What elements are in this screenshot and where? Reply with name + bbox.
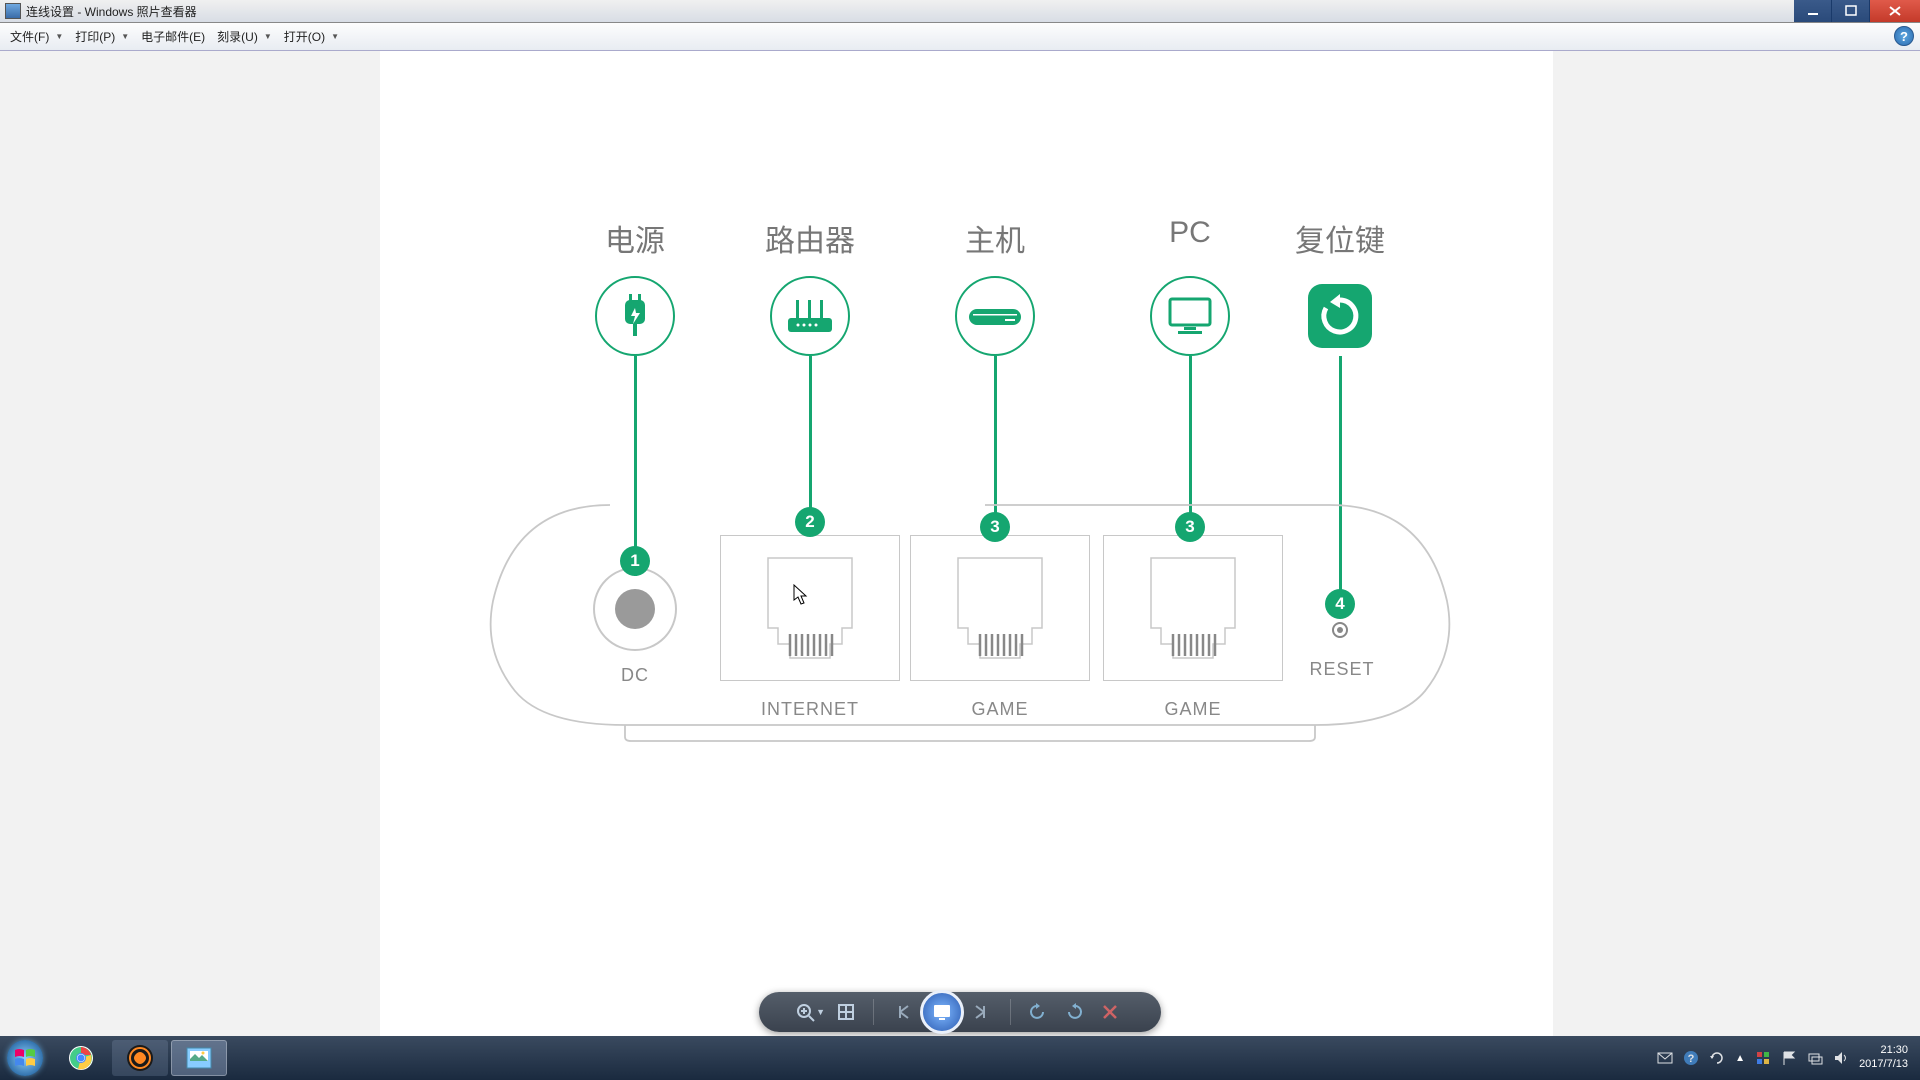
- tray-time: 21:30: [1859, 1044, 1908, 1058]
- maximize-button[interactable]: [1832, 0, 1870, 22]
- viewer-toolbar: ▼: [759, 992, 1161, 1032]
- window-titlebar: 连线设置 - Windows 照片查看器: [0, 0, 1920, 23]
- game-console-icon: [955, 276, 1035, 356]
- game-icon: [126, 1044, 154, 1072]
- taskbar-app-photoviewer[interactable]: [171, 1040, 227, 1076]
- delete-button[interactable]: [1095, 997, 1125, 1027]
- label-power: 电源: [605, 216, 665, 260]
- pc-monitor-icon: [1150, 276, 1230, 356]
- app-icon: [5, 3, 21, 19]
- next-icon: [973, 1003, 991, 1021]
- windows-logo-icon: [7, 1040, 43, 1076]
- window-title: 连线设置 - Windows 照片查看器: [26, 3, 197, 20]
- minimize-icon: [1807, 5, 1819, 17]
- rotate-ccw-button[interactable]: [1023, 997, 1053, 1027]
- menu-email[interactable]: 电子邮件(E): [135, 25, 211, 48]
- delete-icon: [1101, 1003, 1119, 1021]
- chevron-down-icon: ▼: [816, 1007, 825, 1017]
- taskbar-app-chrome[interactable]: [53, 1040, 109, 1076]
- menu-open[interactable]: 打开(O)▼: [278, 25, 345, 48]
- slideshow-button[interactable]: [920, 990, 964, 1034]
- close-button[interactable]: [1870, 0, 1920, 22]
- step-badge-2: 2: [795, 507, 825, 537]
- chevron-down-icon: ▼: [331, 32, 339, 41]
- tray-security-icon[interactable]: [1755, 1050, 1771, 1066]
- taskbar: ? ▲ 21:30 2017/7/13: [0, 1036, 1920, 1080]
- tray-mail-icon[interactable]: [1657, 1050, 1673, 1066]
- menu-bar: 文件(F)▼ 打印(P)▼ 电子邮件(E) 刻录(U)▼ 打开(O)▼ ?: [0, 23, 1920, 51]
- menu-file[interactable]: 文件(F)▼: [4, 25, 69, 48]
- minimize-button[interactable]: [1794, 0, 1832, 22]
- tray-clock[interactable]: 21:30 2017/7/13: [1859, 1044, 1914, 1072]
- step-badge-4: 4: [1325, 589, 1355, 619]
- port-label-game2: GAME: [1164, 699, 1221, 720]
- label-console: 主机: [965, 216, 1025, 260]
- step-badge-3a: 3: [980, 512, 1010, 542]
- help-button[interactable]: ?: [1894, 26, 1914, 46]
- port-label-internet: INTERNET: [761, 699, 859, 720]
- chevron-down-icon: ▼: [121, 32, 129, 41]
- photo-canvas: 电源 路由器 主机 PC 复位键: [380, 51, 1553, 1036]
- close-icon: [1888, 5, 1902, 17]
- rotate-cw-icon: [1064, 1002, 1084, 1022]
- maximize-icon: [1845, 5, 1857, 17]
- photoviewer-icon: [186, 1047, 212, 1069]
- zoom-icon: [795, 1002, 815, 1022]
- label-pc: PC: [1169, 216, 1211, 250]
- next-button[interactable]: [966, 997, 998, 1027]
- label-reset: 复位键: [1295, 216, 1385, 260]
- tray-date: 2017/7/13: [1859, 1058, 1908, 1072]
- viewer-area: 电源 路由器 主机 PC 复位键: [0, 51, 1920, 1036]
- chrome-icon: [68, 1045, 94, 1071]
- port-internet: [720, 535, 900, 681]
- tray-sync-icon[interactable]: [1709, 1050, 1725, 1066]
- tray-volume-icon[interactable]: [1833, 1050, 1849, 1066]
- fit-icon: [836, 1002, 856, 1022]
- step-badge-3b: 3: [1175, 512, 1205, 542]
- menu-burn[interactable]: 刻录(U)▼: [211, 25, 278, 48]
- menu-print[interactable]: 打印(P)▼: [69, 25, 135, 48]
- rotate-cw-button[interactable]: [1059, 997, 1089, 1027]
- connection-diagram: 电源 路由器 主机 PC 复位键: [380, 51, 1553, 1036]
- help-icon: ?: [1900, 29, 1908, 44]
- prev-icon: [893, 1003, 911, 1021]
- taskbar-app-game[interactable]: [112, 1040, 168, 1076]
- dc-jack-pin: [615, 589, 655, 629]
- tray-overflow-icon[interactable]: ▲: [1735, 1053, 1745, 1064]
- port-game2: [1103, 535, 1283, 681]
- tray-network-icon[interactable]: [1807, 1050, 1823, 1066]
- chevron-down-icon: ▼: [55, 32, 63, 41]
- port-label-reset: RESET: [1309, 659, 1374, 680]
- separator: [1010, 999, 1011, 1025]
- separator: [873, 999, 874, 1025]
- reset-pin: [1337, 627, 1343, 633]
- tray-help-icon[interactable]: ?: [1683, 1050, 1699, 1066]
- slideshow-icon: [932, 1003, 952, 1021]
- router-icon: [770, 276, 850, 356]
- port-label-dc: DC: [621, 665, 649, 686]
- fit-button[interactable]: [831, 997, 861, 1027]
- port-label-game1: GAME: [971, 699, 1028, 720]
- rotate-ccw-icon: [1028, 1002, 1048, 1022]
- chevron-down-icon: ▼: [264, 32, 272, 41]
- window-controls: [1794, 0, 1920, 22]
- svg-text:?: ?: [1688, 1053, 1695, 1065]
- tray-flag-icon[interactable]: [1781, 1050, 1797, 1066]
- start-button[interactable]: [0, 1036, 50, 1080]
- power-plug-icon: [595, 276, 675, 356]
- port-game1: [910, 535, 1090, 681]
- step-badge-1: 1: [620, 546, 650, 576]
- prev-button[interactable]: [886, 997, 918, 1027]
- reset-icon: [1300, 276, 1380, 356]
- zoom-button[interactable]: ▼: [795, 997, 825, 1027]
- system-tray: ? ▲ 21:30 2017/7/13: [1657, 1036, 1914, 1080]
- label-router: 路由器: [765, 216, 855, 260]
